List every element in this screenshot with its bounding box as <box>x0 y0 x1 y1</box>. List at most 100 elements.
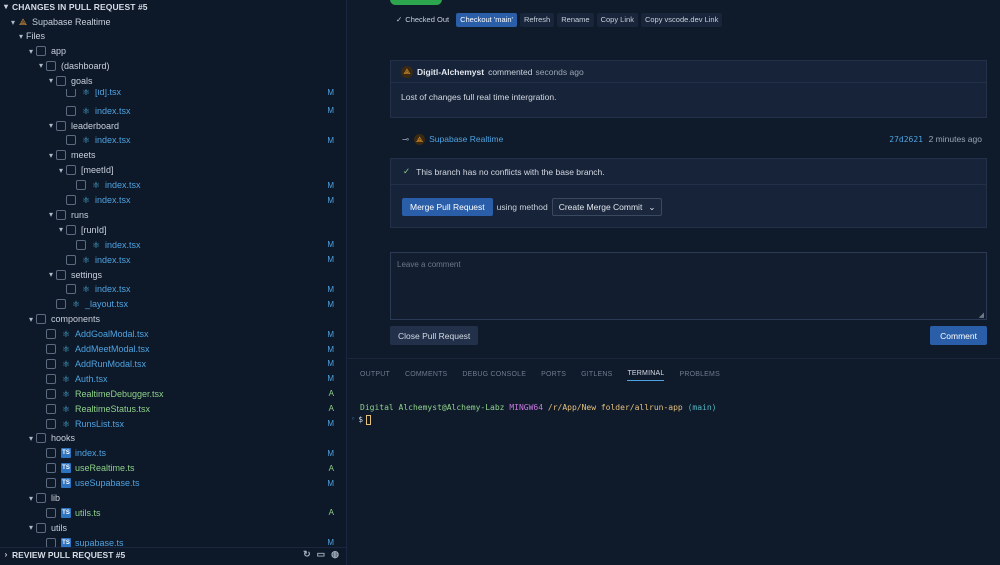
tab-debug-console[interactable]: DEBUG CONSOLE <box>462 367 526 381</box>
folder-item[interactable]: ▾ meets <box>0 148 346 162</box>
commit-title[interactable]: Supabase Realtime <box>429 134 503 144</box>
file-checkbox[interactable] <box>66 135 76 146</box>
file-checkbox[interactable] <box>36 46 46 56</box>
folder-item[interactable]: ▾ components <box>0 312 346 326</box>
changes-section-header[interactable]: ▾ CHANGES IN PULL REQUEST #5 <box>0 0 346 13</box>
folder-item[interactable]: ▾ (dashboard) <box>0 59 346 73</box>
file-checkbox[interactable] <box>56 209 66 220</box>
tab-ports[interactable]: PORTS <box>541 367 566 381</box>
chevron-down-icon[interactable]: ▾ <box>26 523 36 532</box>
file-checkbox[interactable] <box>46 463 56 474</box>
file-checkbox[interactable] <box>46 358 56 369</box>
file-checkbox[interactable] <box>36 493 46 503</box>
file-item[interactable]: ⚛ RunsList.tsx M <box>0 417 346 431</box>
chevron-down-icon[interactable]: ▾ <box>26 434 36 443</box>
avatar[interactable]: ⟁ <box>401 65 413 78</box>
file-checkbox[interactable] <box>46 403 56 414</box>
resize-handle-icon[interactable]: ◢ <box>979 311 984 319</box>
file-checkbox[interactable] <box>56 120 66 131</box>
file-checkbox[interactable] <box>46 329 56 340</box>
folder-item[interactable]: ▾ app <box>0 44 346 58</box>
file-checkbox[interactable] <box>36 433 46 444</box>
file-checkbox[interactable] <box>46 507 56 518</box>
pr-root-item[interactable]: ▾ ⟁ Supabase Realtime <box>0 15 346 29</box>
chevron-down-icon[interactable]: ▾ <box>36 61 46 70</box>
file-item[interactable]: ⚛ RealtimeDebugger.tsx A <box>0 387 346 401</box>
chevron-down-icon[interactable]: ▾ <box>46 151 56 160</box>
file-checkbox[interactable] <box>46 418 56 429</box>
file-checkbox[interactable] <box>56 269 66 280</box>
file-item[interactable]: TS useRealtime.ts A <box>0 461 346 475</box>
file-item[interactable]: ⚛ [id].tsx M <box>0 88 346 97</box>
file-checkbox[interactable] <box>56 75 66 86</box>
rename-button[interactable]: Rename <box>557 12 594 27</box>
chevron-down-icon[interactable]: ▾ <box>26 494 36 503</box>
folder-item[interactable]: ▾ lib <box>0 491 346 505</box>
file-checkbox[interactable] <box>36 522 46 533</box>
file-item[interactable]: ⚛ index.tsx M <box>0 238 346 252</box>
copy-link-button[interactable]: Copy Link <box>596 12 638 27</box>
copy-vscode-link-button[interactable]: Copy vscode.dev Link <box>640 12 723 27</box>
file-item[interactable]: ⚛ RealtimeStatus.tsx A <box>0 402 346 416</box>
folder-item[interactable]: ▾ leaderboard <box>0 119 346 133</box>
file-item[interactable]: ⚛ Auth.tsx M <box>0 372 346 386</box>
globe-icon[interactable]: ◍ <box>331 549 339 560</box>
file-item[interactable]: ⚛ index.tsx M <box>0 104 346 118</box>
refresh-icon[interactable]: ↻ <box>303 549 311 560</box>
folder-item[interactable]: ▾ [meetId] <box>0 163 346 177</box>
file-checkbox[interactable] <box>76 180 86 191</box>
review-section-header[interactable]: › REVIEW PULL REQUEST #5 ↻ ▭ ◍ <box>0 547 346 561</box>
file-checkbox[interactable] <box>66 284 76 295</box>
chevron-down-icon[interactable]: ▾ <box>56 166 66 175</box>
chevron-down-icon[interactable]: ▾ <box>26 315 36 324</box>
file-checkbox[interactable] <box>46 448 56 459</box>
comment-button[interactable]: Comment <box>930 326 987 345</box>
file-checkbox[interactable] <box>66 105 76 116</box>
chevron-down-icon[interactable]: ▾ <box>46 270 56 279</box>
file-item[interactable]: ⚛ index.tsx M <box>0 253 346 267</box>
terminal-input-line[interactable]: ◦ $ <box>351 414 716 425</box>
folder-item[interactable]: ▾ utils <box>0 521 346 535</box>
file-checkbox[interactable] <box>76 239 86 250</box>
chevron-down-icon[interactable]: ▾ <box>56 225 66 234</box>
comment-textarea[interactable]: Leave a comment ◢ <box>390 252 987 320</box>
terminal-output[interactable]: Digital Alchemyst@Alchemy-Labz MINGW64 /… <box>351 402 716 425</box>
commit-sha[interactable]: 27d2621 <box>889 135 923 144</box>
merge-pull-request-button[interactable]: Merge Pull Request <box>402 198 493 216</box>
folder-item[interactable]: ▾ runs <box>0 208 346 222</box>
folder-item[interactable]: ▾ goals <box>0 74 346 88</box>
files-folder[interactable]: ▾ Files <box>0 29 346 43</box>
comment-author[interactable]: Digitl-Alchemyst <box>417 67 484 77</box>
file-checkbox[interactable] <box>56 299 66 310</box>
file-item[interactable]: ⚛ index.tsx M <box>0 282 346 296</box>
tab-comments[interactable]: COMMENTS <box>405 367 447 381</box>
chevron-down-icon[interactable]: ▾ <box>26 47 36 56</box>
tab-output[interactable]: OUTPUT <box>360 367 390 381</box>
file-item[interactable]: ⚛ index.tsx M <box>0 178 346 192</box>
refresh-button[interactable]: Refresh <box>519 12 555 27</box>
tab-problems[interactable]: PROBLEMS <box>679 367 720 381</box>
merge-method-select[interactable]: Create Merge Commit ⌄ <box>551 198 663 216</box>
file-checkbox[interactable] <box>46 344 56 354</box>
tab-terminal[interactable]: TERMINAL <box>627 367 665 381</box>
file-checkbox[interactable] <box>66 165 76 176</box>
file-checkbox[interactable] <box>36 314 46 325</box>
file-item[interactable]: ⚛ AddGoalModal.tsx M <box>0 327 346 341</box>
file-checkbox[interactable] <box>46 478 56 489</box>
folder-item[interactable]: ▾ hooks <box>0 431 346 445</box>
file-item[interactable]: ⚛ _layout.tsx M <box>0 297 346 311</box>
file-item[interactable]: ⚛ index.tsx M <box>0 193 346 207</box>
file-checkbox[interactable] <box>66 88 76 97</box>
file-checkbox[interactable] <box>66 254 76 265</box>
file-item[interactable]: ⚛ AddMeetModal.tsx M <box>0 342 346 356</box>
folder-item[interactable]: ▾ [runId] <box>0 223 346 237</box>
close-pull-request-button[interactable]: Close Pull Request <box>390 326 479 345</box>
chevron-down-icon[interactable]: ▾ <box>46 121 56 130</box>
chevron-down-icon[interactable]: ▾ <box>46 210 56 219</box>
file-checkbox[interactable] <box>46 388 56 399</box>
file-checkbox[interactable] <box>46 373 56 384</box>
chevron-down-icon[interactable]: ▾ <box>46 76 56 85</box>
checkout-main-button[interactable]: Checkout 'main' <box>456 12 517 27</box>
file-item[interactable]: TS index.ts M <box>0 446 346 460</box>
file-checkbox[interactable] <box>66 195 76 205</box>
